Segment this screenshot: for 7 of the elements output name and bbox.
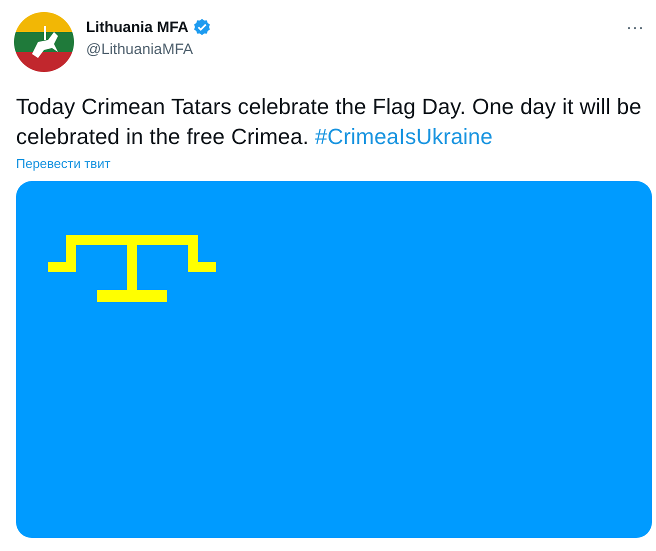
- avatar-icon[interactable]: [14, 12, 74, 72]
- translate-link[interactable]: Перевести твит: [16, 156, 110, 171]
- hashtag-link[interactable]: #CrimeaIsUkraine: [315, 124, 493, 149]
- author-name[interactable]: Lithuania MFA: [86, 18, 188, 36]
- more-menu-button[interactable]: ···: [626, 18, 644, 36]
- tweet-text: Today Crimean Tatars celebrate the Flag Day. One day it will be celebrated in the free Crimea. #CrimeaIsUkraine: [16, 93, 642, 151]
- author-handle[interactable]: @LithuaniaMFA: [86, 41, 210, 58]
